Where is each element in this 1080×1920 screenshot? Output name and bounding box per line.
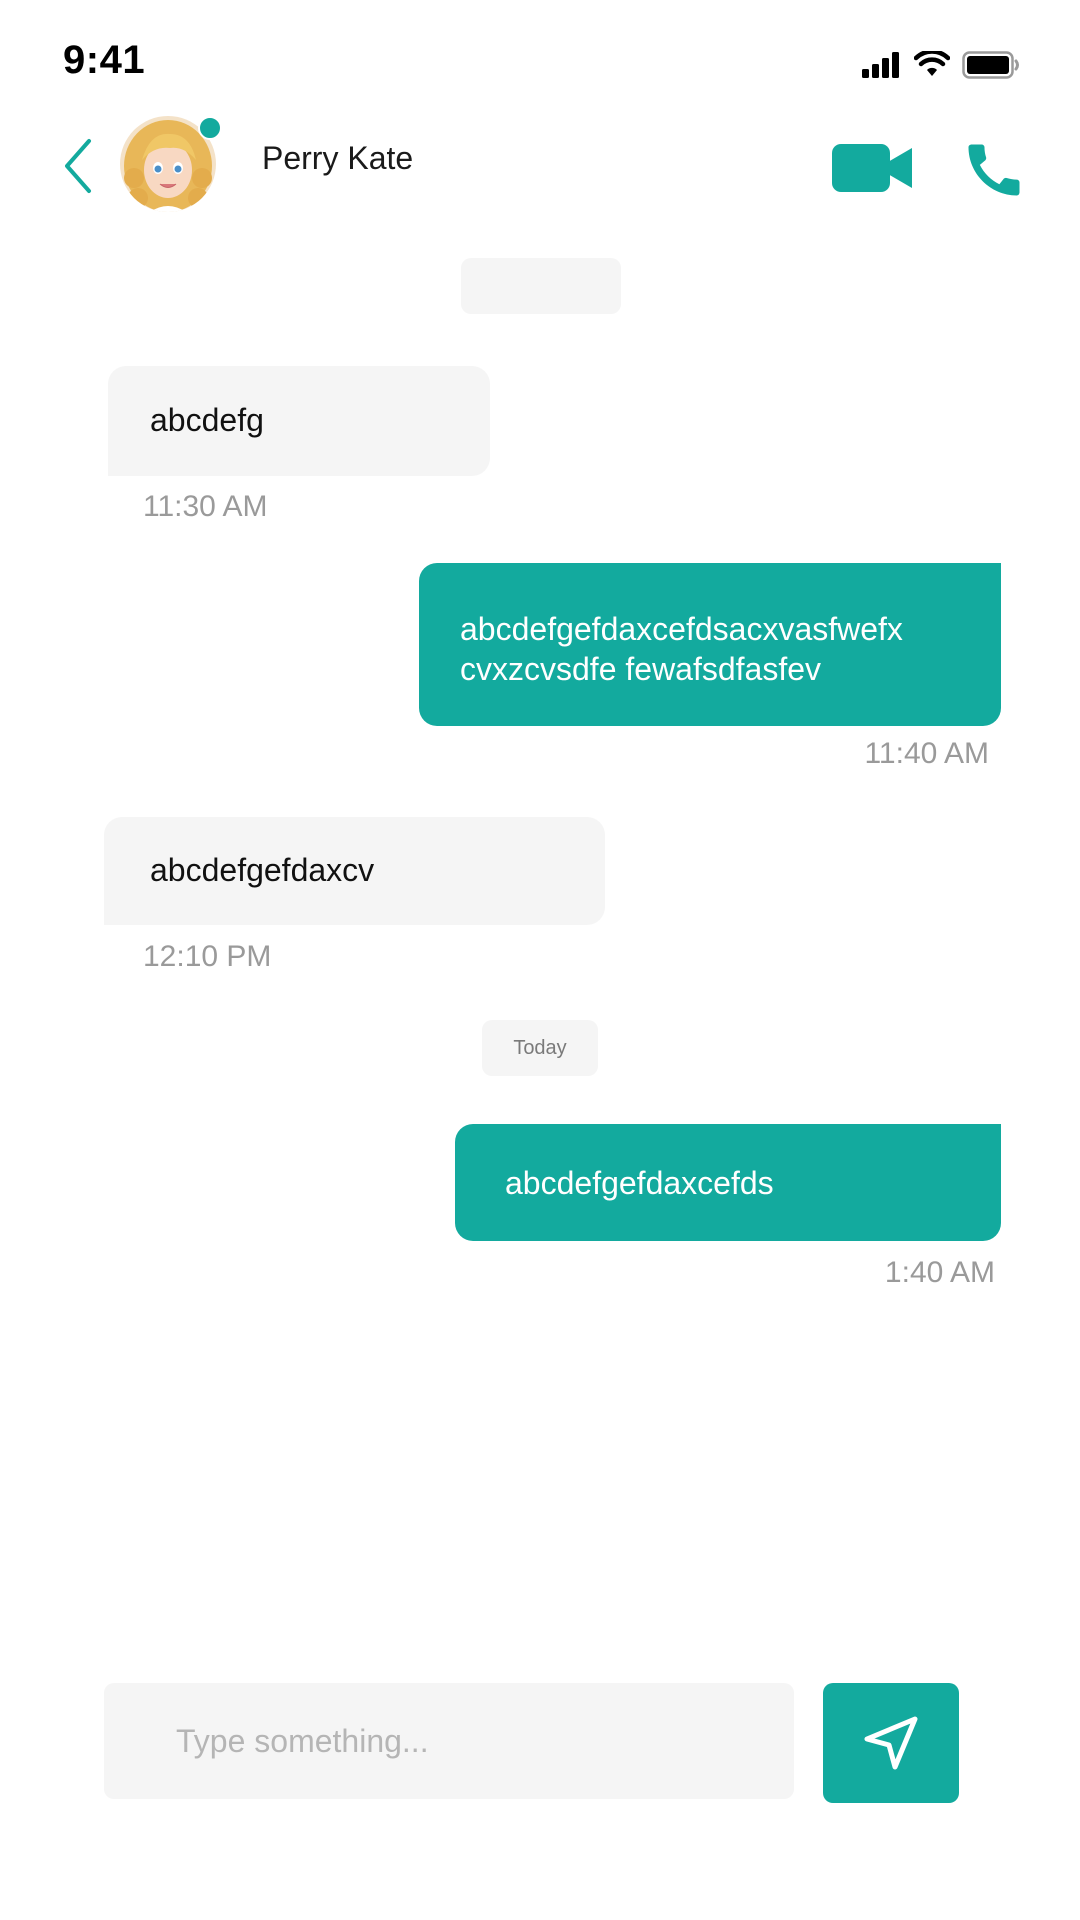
message-input[interactable] bbox=[104, 1683, 794, 1799]
message-timestamp: 11:40 AM bbox=[864, 737, 989, 770]
video-call-button[interactable] bbox=[832, 140, 914, 196]
chat-screen: 9:41 Perry Kate abcdefg 11:30 AM abcdefg… bbox=[0, 0, 1080, 1920]
contact-name[interactable]: Perry Kate bbox=[262, 140, 413, 177]
send-icon bbox=[864, 1716, 918, 1770]
date-separator-top bbox=[461, 258, 621, 314]
phone-icon bbox=[968, 144, 1020, 196]
send-button[interactable] bbox=[823, 1683, 959, 1803]
date-separator-today: Today bbox=[482, 1020, 598, 1076]
message-bubble-outgoing[interactable]: abcdefgefdaxcefds bbox=[455, 1124, 1001, 1241]
online-status-dot bbox=[198, 116, 222, 140]
back-button[interactable] bbox=[58, 136, 98, 196]
video-camera-icon bbox=[832, 144, 912, 192]
status-time: 9:41 bbox=[63, 38, 146, 82]
message-bubble-incoming[interactable]: abcdefgefdaxcv bbox=[104, 817, 605, 925]
battery-icon bbox=[962, 51, 1019, 79]
contact-avatar[interactable] bbox=[120, 116, 222, 212]
wifi-icon bbox=[914, 51, 950, 76]
message-timestamp: 1:40 AM bbox=[884, 1256, 995, 1289]
message-timestamp: 11:30 AM bbox=[143, 490, 268, 523]
chevron-left-icon bbox=[65, 139, 91, 193]
message-bubble-outgoing[interactable]: abcdefgefdaxcefdsacxvasfwefx cvxzcvsdfe … bbox=[419, 563, 1001, 726]
message-timestamp: 12:10 PM bbox=[143, 940, 272, 973]
message-bubble-incoming[interactable]: abcdefg bbox=[108, 366, 490, 476]
voice-call-button[interactable] bbox=[960, 136, 1028, 204]
cellular-signal-icon bbox=[862, 52, 899, 78]
status-icons bbox=[862, 48, 1020, 82]
